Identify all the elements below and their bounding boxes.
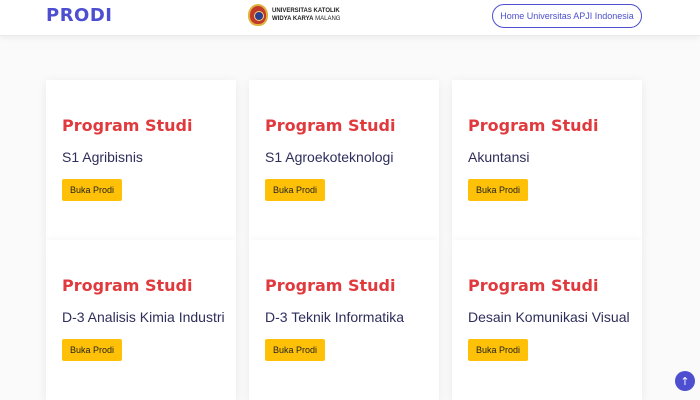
brand-title[interactable]: PRODI bbox=[46, 5, 113, 26]
university-seal-icon bbox=[248, 4, 268, 26]
logo-text: UNIVERSITAS KATOLIK WIDYA KARYA MALANG bbox=[272, 7, 340, 23]
program-card: Program Studi D-3 Analisis Kimia Industr… bbox=[46, 240, 236, 400]
card-heading: Program Studi bbox=[62, 116, 193, 135]
logo-line2-rest: MALANG bbox=[313, 16, 341, 22]
logo-line2: WIDYA KARYA MALANG bbox=[272, 15, 340, 23]
program-card: Program Studi S1 Agroekoteknologi Buka P… bbox=[249, 80, 439, 240]
card-heading: Program Studi bbox=[265, 276, 396, 295]
program-name: D-3 Teknik Informatika bbox=[265, 309, 405, 325]
program-card: Program Studi Akuntansi Buka Prodi bbox=[452, 80, 642, 240]
program-name: Akuntansi bbox=[468, 149, 530, 165]
program-name: D-3 Analisis Kimia Industri bbox=[62, 309, 225, 325]
navbar: PRODI UNIVERSITAS KATOLIK WIDYA KARYA MA… bbox=[0, 0, 700, 36]
card-heading: Program Studi bbox=[468, 276, 599, 295]
card-heading: Program Studi bbox=[468, 116, 599, 135]
buka-prodi-button[interactable]: Buka Prodi bbox=[62, 339, 123, 361]
university-logo[interactable]: UNIVERSITAS KATOLIK WIDYA KARYA MALANG bbox=[248, 4, 340, 26]
program-name: S1 Agroekoteknologi bbox=[265, 149, 394, 165]
card-heading: Program Studi bbox=[62, 276, 193, 295]
logo-line1: UNIVERSITAS KATOLIK bbox=[272, 8, 340, 14]
logo-line2-bold: WIDYA KARYA bbox=[272, 16, 314, 22]
buka-prodi-button[interactable]: Buka Prodi bbox=[468, 179, 529, 201]
buka-prodi-button[interactable]: Buka Prodi bbox=[265, 339, 326, 361]
buka-prodi-button[interactable]: Buka Prodi bbox=[468, 339, 529, 361]
program-grid: Program Studi S1 Agribisnis Buka Prodi P… bbox=[46, 80, 643, 400]
arrow-up-icon: ↑ bbox=[680, 374, 690, 388]
scroll-to-top-button[interactable]: ↑ bbox=[675, 371, 695, 391]
buka-prodi-button[interactable]: Buka Prodi bbox=[62, 179, 123, 201]
home-universitas-button[interactable]: Home Universitas APJI Indonesia bbox=[492, 4, 642, 28]
program-name: Desain Komunikasi Visual bbox=[468, 309, 630, 325]
program-card: Program Studi Desain Komunikasi Visual B… bbox=[452, 240, 642, 400]
card-heading: Program Studi bbox=[265, 116, 396, 135]
program-name: S1 Agribisnis bbox=[62, 149, 143, 165]
program-card: Program Studi S1 Agribisnis Buka Prodi bbox=[46, 80, 236, 240]
buka-prodi-button[interactable]: Buka Prodi bbox=[265, 179, 326, 201]
program-card: Program Studi D-3 Teknik Informatika Buk… bbox=[249, 240, 439, 400]
